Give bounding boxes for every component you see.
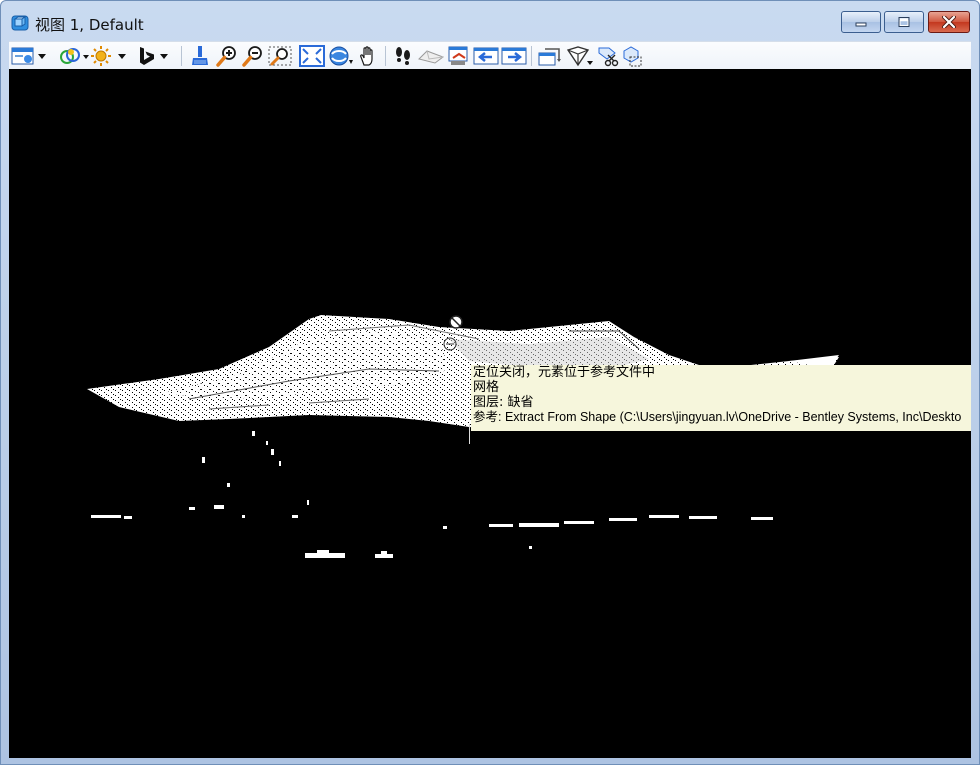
zoom-in-button[interactable] — [215, 44, 239, 68]
zoom-out-icon — [242, 46, 262, 67]
view-next-button[interactable] — [501, 44, 527, 68]
minimize-button[interactable] — [841, 11, 881, 33]
view-clip-button[interactable] — [537, 44, 563, 68]
tooltip-level: 图层: 缺省 — [473, 395, 534, 410]
rotate-view-icon — [329, 46, 353, 66]
bing-icon — [140, 47, 154, 65]
maximize-button[interactable] — [884, 11, 924, 33]
window-area-button[interactable] — [267, 44, 293, 68]
toolbar-separator — [531, 46, 532, 66]
close-icon — [942, 16, 956, 28]
footprints-icon — [396, 47, 410, 65]
walk-button[interactable] — [391, 44, 415, 68]
minimize-icon — [855, 22, 867, 27]
clip-volume-icon — [538, 48, 561, 66]
element-info-tooltip: 定位关闭，元素位于参考文件中 网格 图层: 缺省 参考: Extract Fro… — [471, 365, 971, 431]
update-view-button[interactable] — [189, 44, 211, 68]
view-attributes-icon — [11, 47, 34, 65]
camera-icon — [418, 50, 445, 64]
chevron-down-icon — [160, 54, 168, 59]
copy-view-icon — [448, 46, 468, 65]
view-attributes-button[interactable] — [11, 44, 47, 68]
sun-icon — [91, 46, 111, 66]
view-previous-button[interactable] — [473, 44, 499, 68]
toolbar-separator — [385, 46, 386, 66]
display-style-button[interactable] — [59, 44, 89, 68]
tooltip-reference: 参考: Extract From Shape (C:\Users\jingyua… — [473, 410, 962, 424]
fit-view-button[interactable] — [299, 44, 325, 68]
title-bar[interactable]: 视图 1, Default — [1, 1, 979, 41]
display-mode-button[interactable] — [565, 44, 595, 68]
arrow-right-icon — [501, 47, 527, 65]
microstation-view-icon — [11, 15, 29, 31]
copy-view-button[interactable] — [445, 44, 471, 68]
view-window: 视图 1, Default 定位关闭，元素位于参考文件中 网格 图层: 缺省 参… — [0, 0, 980, 765]
zoom-in-icon — [216, 46, 236, 67]
zoom-out-button[interactable] — [241, 44, 265, 68]
rotate-view-button[interactable] — [327, 44, 355, 68]
cube-wireframe-icon — [566, 46, 593, 67]
window-title: 视图 1, Default — [35, 16, 144, 34]
fit-view-icon — [299, 45, 325, 67]
arrow-left-icon — [473, 47, 499, 65]
lighting-button[interactable] — [89, 44, 127, 68]
bing-maps-button[interactable] — [135, 44, 169, 68]
toolbar-separator — [181, 46, 182, 66]
display-style-icon — [60, 48, 80, 64]
close-button[interactable] — [928, 11, 970, 33]
view-canvas[interactable]: 定位关闭，元素位于参考文件中 网格 图层: 缺省 参考: Extract Fro… — [9, 69, 971, 758]
maximize-icon — [898, 17, 910, 27]
tooltip-snap-status: 定位关闭，元素位于参考文件中 — [473, 365, 656, 380]
brush-icon — [192, 46, 208, 65]
hand-icon — [360, 46, 373, 66]
camera-button[interactable] — [417, 44, 445, 68]
chevron-down-icon — [118, 54, 126, 59]
clip-mask-icon — [623, 46, 642, 67]
chevron-down-icon — [38, 54, 46, 59]
view-toolbar — [9, 41, 971, 70]
tooltip-element-type: 网格 — [473, 380, 500, 395]
window-area-icon — [268, 46, 292, 66]
pan-view-button[interactable] — [357, 44, 381, 68]
scissors-icon — [598, 47, 619, 67]
clip-mask-button[interactable] — [621, 44, 647, 68]
clip-element-button[interactable] — [595, 44, 621, 68]
